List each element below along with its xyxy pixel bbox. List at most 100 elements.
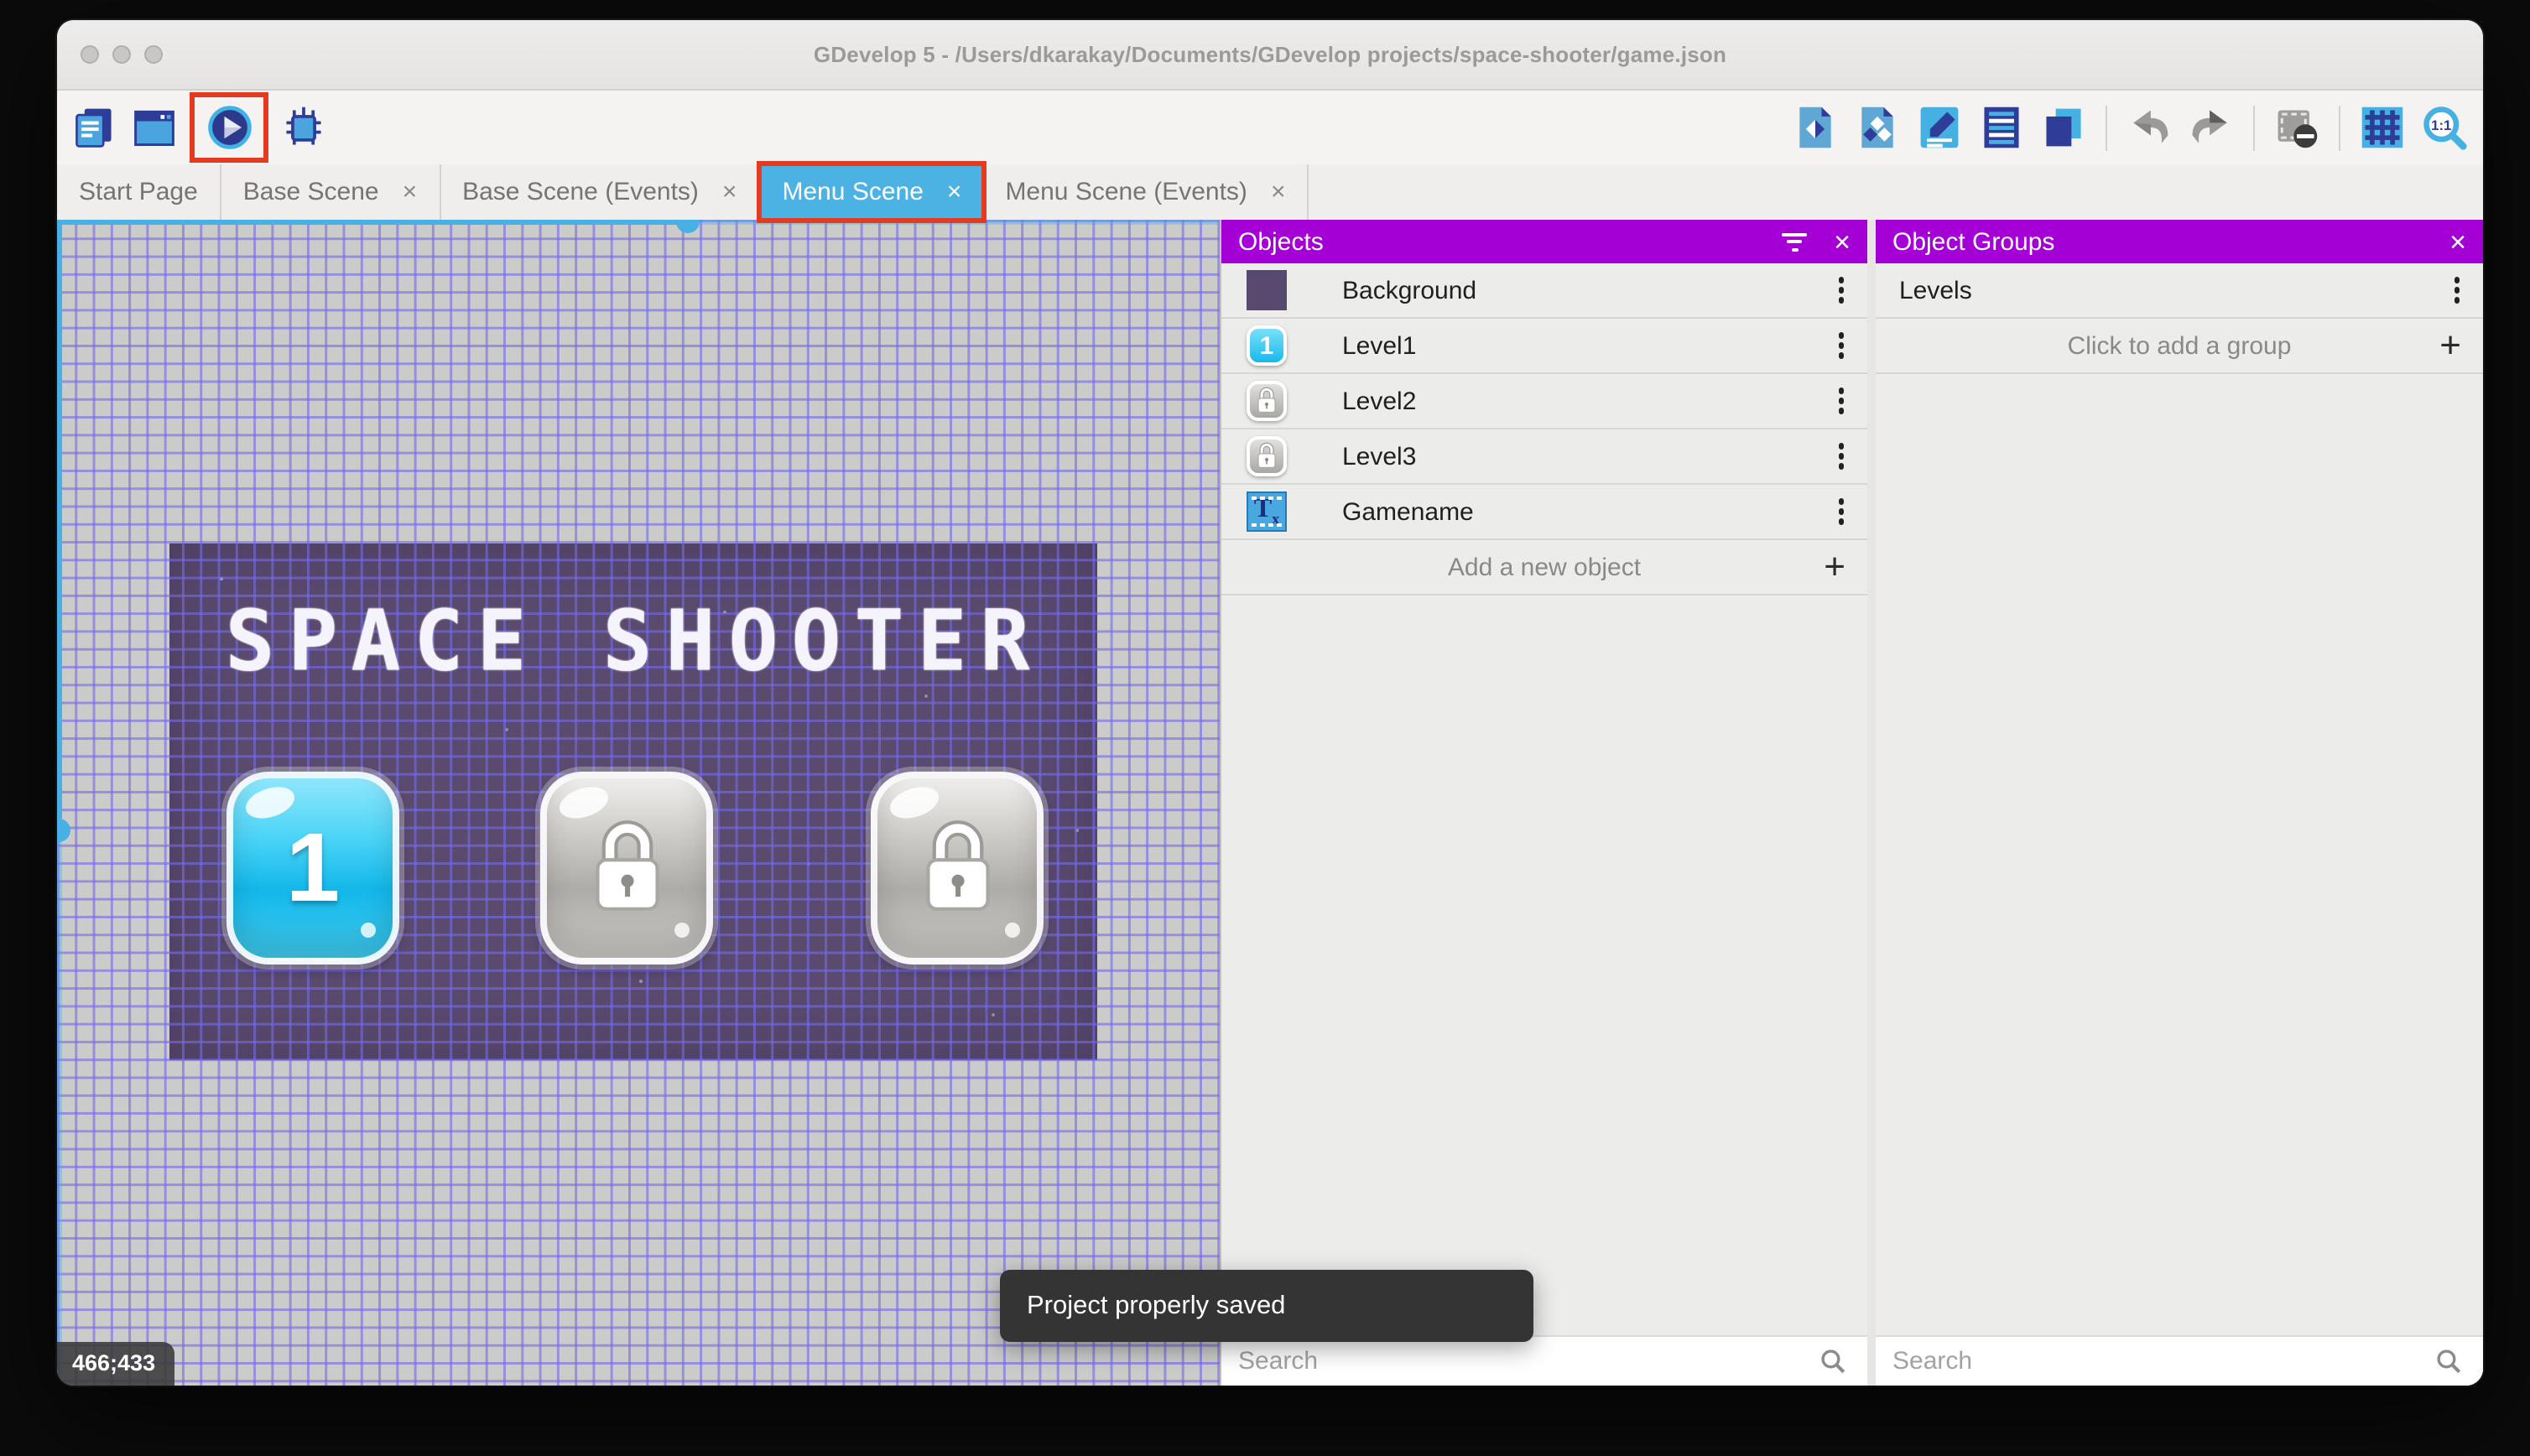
gdevelop-window: GDevelop 5 - /Users/dkarakay/Documents/G…	[57, 20, 2483, 1386]
groups-search-input[interactable]	[1892, 1347, 2381, 1375]
row-menu-icon[interactable]	[1838, 498, 1844, 525]
debugger-icon[interactable]	[279, 102, 329, 153]
close-panel-icon[interactable]: ×	[1834, 227, 1851, 256]
groups-panel-empty-space	[1876, 374, 2483, 1335]
level1-thumbnail: 1	[1247, 325, 1287, 366]
tab-label: Base Scene (Events)	[462, 178, 699, 206]
object-row-level2[interactable]: Level2	[1221, 374, 1867, 429]
add-object-row[interactable]: Add a new object +	[1221, 540, 1867, 595]
open-instances-list-icon[interactable]	[1976, 102, 2027, 153]
object-row-background[interactable]: Background	[1221, 263, 1867, 319]
groups-search-bar[interactable]	[1876, 1335, 2483, 1386]
svg-text:1:1: 1:1	[2431, 117, 2451, 133]
group-row-levels[interactable]: Levels	[1876, 263, 2483, 319]
horizontal-scrollbar[interactable]	[57, 220, 678, 225]
object-groups-panel-title: Object Groups	[1892, 227, 2055, 256]
cursor-coordinates-badge: 466;433	[57, 1342, 174, 1386]
group-name: Levels	[1899, 276, 1972, 304]
zoom-1-1-icon[interactable]: 1:1	[2419, 102, 2470, 153]
close-tab-icon[interactable]: ×	[1271, 179, 1286, 205]
object-row-gamename[interactable]: Tx Gamename	[1221, 485, 1867, 540]
traffic-lights	[81, 20, 163, 89]
close-tab-icon[interactable]: ×	[722, 179, 737, 205]
lock-icon	[1257, 442, 1276, 469]
level2-button-object[interactable]	[540, 772, 713, 965]
object-groups-panel: Object Groups × Levels Click to add a gr…	[1876, 220, 2483, 1386]
play-highlight-box	[190, 92, 268, 163]
window-title: GDevelop 5 - /Users/dkarakay/Documents/G…	[813, 42, 1727, 67]
objects-search-bar[interactable]	[1221, 1335, 1867, 1386]
row-menu-icon[interactable]	[1838, 387, 1844, 414]
lock-icon	[595, 819, 659, 910]
object-name: Level3	[1342, 442, 1417, 471]
level1-digit: 1	[285, 814, 341, 923]
object-name: Level2	[1342, 387, 1417, 415]
toggle-grid-icon[interactable]	[2357, 102, 2408, 153]
level3-button-object[interactable]	[871, 772, 1044, 965]
horizontal-scrollbar-track[interactable]	[700, 220, 1220, 224]
maximize-window-icon[interactable]	[144, 45, 163, 64]
objects-panel-header: Objects ×	[1221, 220, 1867, 263]
level2-thumbnail	[1247, 381, 1287, 421]
row-menu-icon[interactable]	[2454, 277, 2460, 304]
toolbar: 1:1	[57, 91, 2483, 164]
close-tab-icon[interactable]: ×	[403, 179, 418, 205]
scene-editor-canvas[interactable]: SPACE SHOOTER 1 466;433	[57, 220, 1220, 1386]
row-menu-icon[interactable]	[1838, 443, 1844, 470]
close-tab-icon[interactable]: ×	[947, 179, 962, 205]
objects-search-input[interactable]	[1238, 1347, 1759, 1375]
tab-label: Menu Scene (Events)	[1005, 178, 1247, 206]
object-groups-panel-header: Object Groups ×	[1876, 220, 2483, 263]
titlebar: GDevelop 5 - /Users/dkarakay/Documents/G…	[57, 20, 2483, 91]
minimize-window-icon[interactable]	[112, 45, 131, 64]
plus-icon[interactable]: +	[2439, 326, 2461, 364]
tab-base-scene[interactable]: Base Scene ×	[221, 164, 441, 220]
game-title-text-object[interactable]: SPACE SHOOTER	[193, 600, 1075, 684]
redo-icon[interactable]	[2186, 102, 2236, 153]
open-objects-editor-icon[interactable]	[1790, 102, 1840, 153]
objects-panel-title: Objects	[1238, 227, 1324, 256]
tab-label: Base Scene	[242, 178, 379, 206]
project-manager-icon[interactable]	[69, 102, 119, 153]
level1-button-object[interactable]: 1	[226, 772, 399, 965]
tab-menu-scene-events[interactable]: Menu Scene (Events) ×	[983, 164, 1309, 220]
tab-bar: Start Page Base Scene × Base Scene (Even…	[57, 161, 2483, 223]
panel-resize-gutter[interactable]	[1867, 220, 1876, 1386]
open-layers-editor-icon[interactable]	[2038, 102, 2089, 153]
toolbar-separator	[2253, 105, 2255, 150]
search-icon	[2437, 1349, 2461, 1374]
toolbar-separator	[2106, 105, 2107, 150]
filter-icon[interactable]	[1782, 232, 1808, 251]
tab-base-scene-events[interactable]: Base Scene (Events) ×	[440, 164, 761, 220]
add-group-label: Click to add a group	[2067, 331, 2292, 360]
close-panel-icon[interactable]: ×	[2449, 227, 2466, 256]
lock-icon	[925, 819, 989, 910]
open-object-groups-editor-icon[interactable]	[1852, 102, 1903, 153]
scene-window-icon[interactable]	[129, 102, 180, 153]
row-menu-icon[interactable]	[1838, 332, 1844, 359]
play-preview-icon[interactable]	[204, 102, 254, 153]
text-object-thumbnail: Tx	[1247, 491, 1287, 532]
close-window-icon[interactable]	[81, 45, 99, 64]
object-row-level3[interactable]: Level3	[1221, 429, 1867, 485]
plus-icon[interactable]: +	[1824, 548, 1845, 585]
row-menu-icon[interactable]	[1838, 277, 1844, 304]
open-properties-icon[interactable]	[1914, 102, 1965, 153]
add-group-row[interactable]: Click to add a group +	[1876, 319, 2483, 374]
tab-start-page[interactable]: Start Page	[57, 164, 221, 220]
lock-icon	[1257, 387, 1276, 413]
content-area: SPACE SHOOTER 1 466;433 Objects × Backgr…	[57, 220, 2483, 1386]
vertical-scrollbar-track[interactable]	[57, 840, 61, 1386]
objects-panel-empty-space	[1221, 595, 1867, 1335]
toggle-window-mask-icon[interactable]	[2272, 102, 2322, 153]
tab-menu-scene[interactable]: Menu Scene ×	[757, 161, 987, 223]
object-name: Gamename	[1342, 497, 1474, 526]
toast-message: Project properly saved	[1027, 1291, 1286, 1319]
background-thumbnail	[1247, 270, 1287, 310]
object-row-level1[interactable]: 1 Level1	[1221, 319, 1867, 374]
undo-icon[interactable]	[2124, 102, 2174, 153]
save-toast: Project properly saved	[1000, 1270, 1533, 1342]
object-name: Level1	[1342, 331, 1417, 360]
vertical-scrollbar[interactable]	[57, 220, 62, 819]
objects-panel: Objects × Background 1 Level1 Level2 Lev…	[1220, 220, 1867, 1386]
